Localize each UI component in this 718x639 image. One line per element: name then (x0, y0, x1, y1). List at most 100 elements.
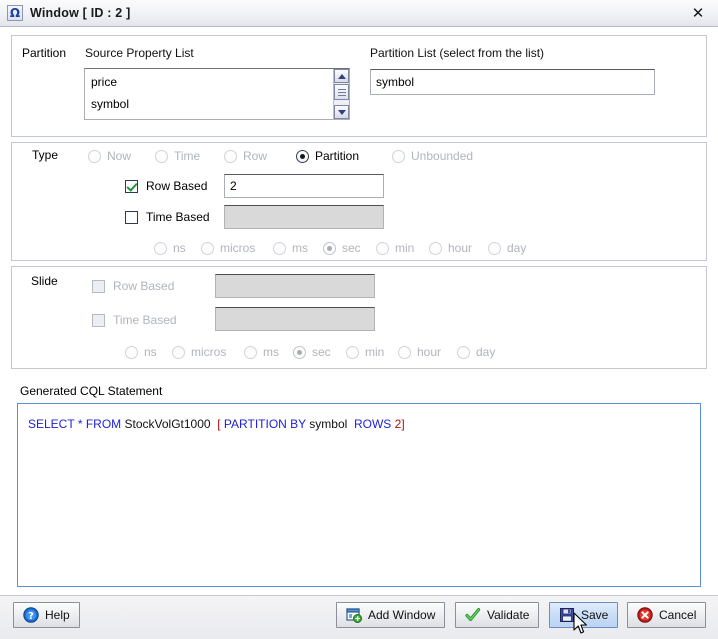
generated-cql-textarea[interactable]: SELECT * FROM StockVolGt1000 [ PARTITION… (17, 403, 701, 587)
radio-dot-icon (244, 345, 257, 359)
cql-token: symbol (309, 417, 348, 431)
radio-dot-icon (376, 241, 389, 255)
validate-button[interactable]: Validate (455, 602, 540, 628)
radio-label: Now (107, 149, 132, 163)
radio-type-partition[interactable]: Partition (296, 149, 359, 163)
slide-section-label: Slide (31, 274, 58, 288)
checkbox-slide-time-based: Time Based (92, 313, 177, 327)
help-button-label: Help (45, 608, 70, 622)
source-property-listbox[interactable]: price symbol (84, 68, 350, 120)
radio-label: sec (312, 345, 331, 359)
title-bar: Ω Window [ ID : 2 ] ✕ (0, 0, 718, 27)
radio-dot-icon (296, 149, 309, 163)
cql-token: FROM (85, 417, 122, 431)
checkbox-type-time-based[interactable]: Time Based (125, 210, 210, 224)
radio-label: hour (448, 241, 473, 255)
radio-dot-icon (224, 149, 237, 163)
radio-type-unit-ms[interactable]: ms (273, 241, 308, 255)
radio-label: Partition (315, 149, 360, 163)
add-window-button-label: Add Window (368, 608, 436, 622)
radio-label: ms (263, 345, 279, 359)
radio-type-now[interactable]: Now (88, 149, 131, 163)
save-button-label: Save (581, 608, 609, 622)
close-icon[interactable]: ✕ (689, 4, 707, 22)
radio-label: ms (292, 241, 308, 255)
checkbox-check-icon (125, 179, 138, 193)
checkbox-slide-row-based: Row Based (92, 279, 174, 293)
radio-label: Row (243, 149, 268, 163)
radio-dot-icon (154, 241, 167, 255)
radio-label: Unbounded (411, 149, 474, 163)
radio-dot-icon (88, 149, 101, 163)
radio-dot-icon (273, 241, 286, 255)
radio-label: day (476, 345, 496, 359)
radio-label: min (395, 241, 415, 255)
slide-time-based-input (215, 307, 375, 331)
save-button[interactable]: Save (549, 602, 619, 628)
radio-type-row[interactable]: Row (224, 149, 267, 163)
checkbox-label: Row Based (146, 179, 208, 193)
partition-list-label: Partition List (select from the list) (370, 46, 545, 60)
cql-token: StockVolGt1000 (124, 417, 211, 431)
list-item[interactable]: symbol (89, 93, 349, 115)
radio-slide-unit-ms: ms (244, 345, 279, 359)
radio-slide-unit-min: min (346, 345, 384, 359)
add-window-button[interactable]: Add Window (336, 602, 446, 628)
scroll-down-icon[interactable] (334, 105, 349, 119)
page-title: Window [ ID : 2 ] (30, 6, 131, 20)
radio-slide-unit-hour: hour (398, 345, 441, 359)
type-time-based-input (224, 205, 384, 229)
question-circle-icon: ? (23, 607, 39, 623)
cancel-button-label: Cancel (659, 608, 697, 622)
radio-type-unbounded[interactable]: Unbounded (392, 149, 473, 163)
radio-label: ns (144, 345, 157, 359)
window-dialog: Ω Window [ ID : 2 ] ✕ Partition Source P… (0, 0, 718, 639)
scrollbar-thumb[interactable] (334, 84, 349, 100)
svg-text:?: ? (28, 611, 34, 622)
checkbox-check-icon (92, 279, 105, 293)
green-check-icon (465, 608, 481, 621)
cql-token (347, 417, 354, 431)
scrollbar-vertical[interactable] (333, 69, 349, 119)
radio-slide-unit-sec: sec (293, 345, 331, 359)
radio-label: min (365, 345, 385, 359)
cql-token: ROWS (353, 417, 392, 431)
checkbox-type-row-based[interactable]: Row Based (125, 179, 207, 193)
radio-type-time[interactable]: Time (155, 149, 200, 163)
radio-type-unit-ns[interactable]: ns (154, 241, 186, 255)
cancel-button[interactable]: Cancel (627, 602, 707, 628)
radio-label: micros (191, 345, 227, 359)
scroll-up-icon[interactable] (334, 69, 349, 83)
source-property-list-label: Source Property List (85, 46, 194, 60)
cql-statement-text: SELECT * FROM StockVolGt1000 [ PARTITION… (28, 416, 690, 432)
radio-dot-icon (429, 241, 442, 255)
radio-dot-icon (125, 345, 138, 359)
cql-token: PARTITION BY (223, 417, 306, 431)
radio-type-unit-sec[interactable]: sec (323, 241, 361, 255)
partition-section-label: Partition (22, 46, 67, 60)
floppy-disk-icon (560, 608, 574, 622)
cql-token: ] (401, 417, 405, 431)
radio-dot-icon (201, 241, 214, 255)
help-button[interactable]: ? Help (13, 602, 80, 628)
validate-button-label: Validate (487, 608, 530, 622)
radio-dot-icon (172, 345, 185, 359)
generated-cql-label: Generated CQL Statement (20, 384, 163, 398)
partition-list-input[interactable]: symbol (370, 69, 655, 95)
radio-type-unit-day[interactable]: day (488, 241, 526, 255)
radio-label: Time (174, 149, 201, 163)
radio-dot-icon (155, 149, 168, 163)
radio-type-unit-micros[interactable]: micros (201, 241, 255, 255)
list-item[interactable]: price (89, 71, 349, 93)
radio-label: micros (220, 241, 256, 255)
radio-dot-icon (392, 149, 405, 163)
radio-type-unit-min[interactable]: min (376, 241, 414, 255)
radio-type-unit-hour[interactable]: hour (429, 241, 472, 255)
radio-dot-icon (323, 241, 336, 255)
radio-slide-unit-micros: micros (172, 345, 226, 359)
red-x-circle-icon (637, 607, 653, 623)
checkbox-label: Row Based (113, 279, 175, 293)
type-row-based-input[interactable]: 2 (224, 174, 384, 198)
type-section-label: Type (32, 148, 59, 162)
radio-dot-icon (457, 345, 470, 359)
